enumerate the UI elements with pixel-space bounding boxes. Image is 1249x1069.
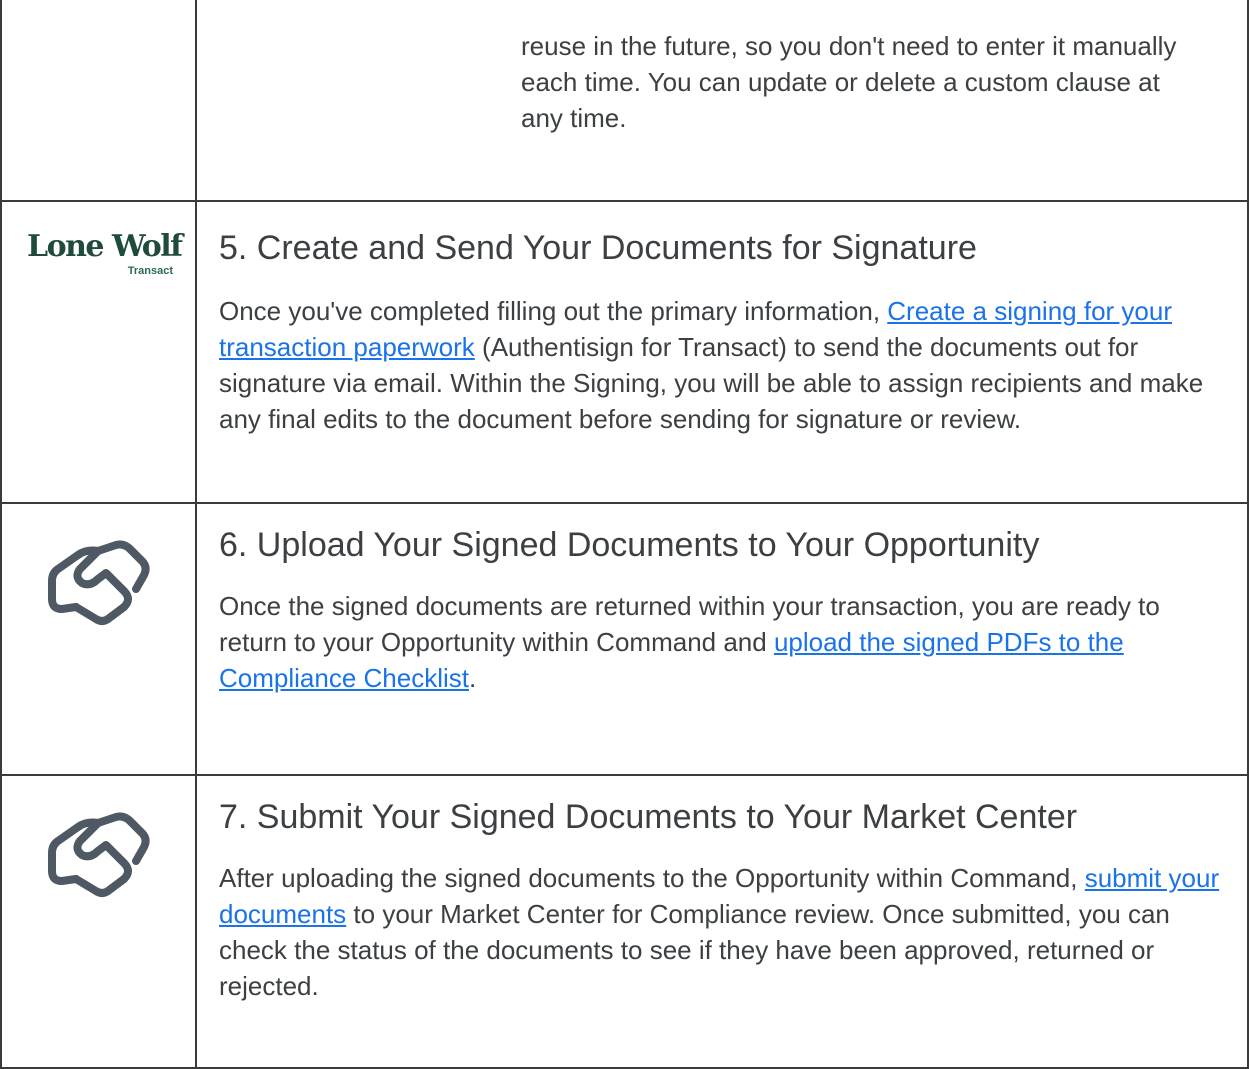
icon-cell [0,774,197,1069]
table-row: Lone Wolf Transact 5. Create and Send Yo… [0,200,1249,504]
step-7-heading: 7. Submit Your Signed Documents to Your … [219,798,1078,836]
table-row: reuse in the future, so you don't need t… [0,0,1249,202]
logo-main-text: Lone Wolf [27,229,183,264]
icon-cell [0,502,197,776]
text-before: After uploading the signed documents to … [219,863,1085,893]
step-5-heading: 5. Create and Send Your Documents for Si… [219,229,977,267]
steps-table: reuse in the future, so you don't need t… [0,0,1249,1069]
step-7-paragraph: After uploading the signed documents to … [219,860,1229,1004]
step-6-heading: 6. Upload Your Signed Documents to Your … [219,526,1040,564]
icon-cell [0,0,197,202]
handshake-icon [48,540,150,625]
step-5-paragraph: Once you've completed filling out the pr… [219,293,1229,437]
icon-cell: Lone Wolf Transact [0,200,197,504]
logo-sub-text: Transact [127,265,173,277]
text-after: to your Market Center for Compliance rev… [219,899,1170,1001]
text-after: . [468,663,477,693]
handshake-icon [48,812,150,897]
text-before: Once you've completed filling out the pr… [219,296,888,326]
continued-paragraph: reuse in the future, so you don't need t… [521,31,1177,133]
content-cell: 7. Submit Your Signed Documents to Your … [195,774,1249,1069]
lone-wolf-transact-logo: Lone Wolf Transact [27,229,183,290]
step-6-paragraph: Once the signed documents are returned w… [219,588,1229,696]
content-cell: 5. Create and Send Your Documents for Si… [195,200,1249,504]
table-row: 6. Upload Your Signed Documents to Your … [0,502,1249,776]
table-row: 7. Submit Your Signed Documents to Your … [0,774,1249,1069]
content-cell: reuse in the future, so you don't need t… [195,0,1249,202]
content-cell: 6. Upload Your Signed Documents to Your … [195,502,1249,776]
